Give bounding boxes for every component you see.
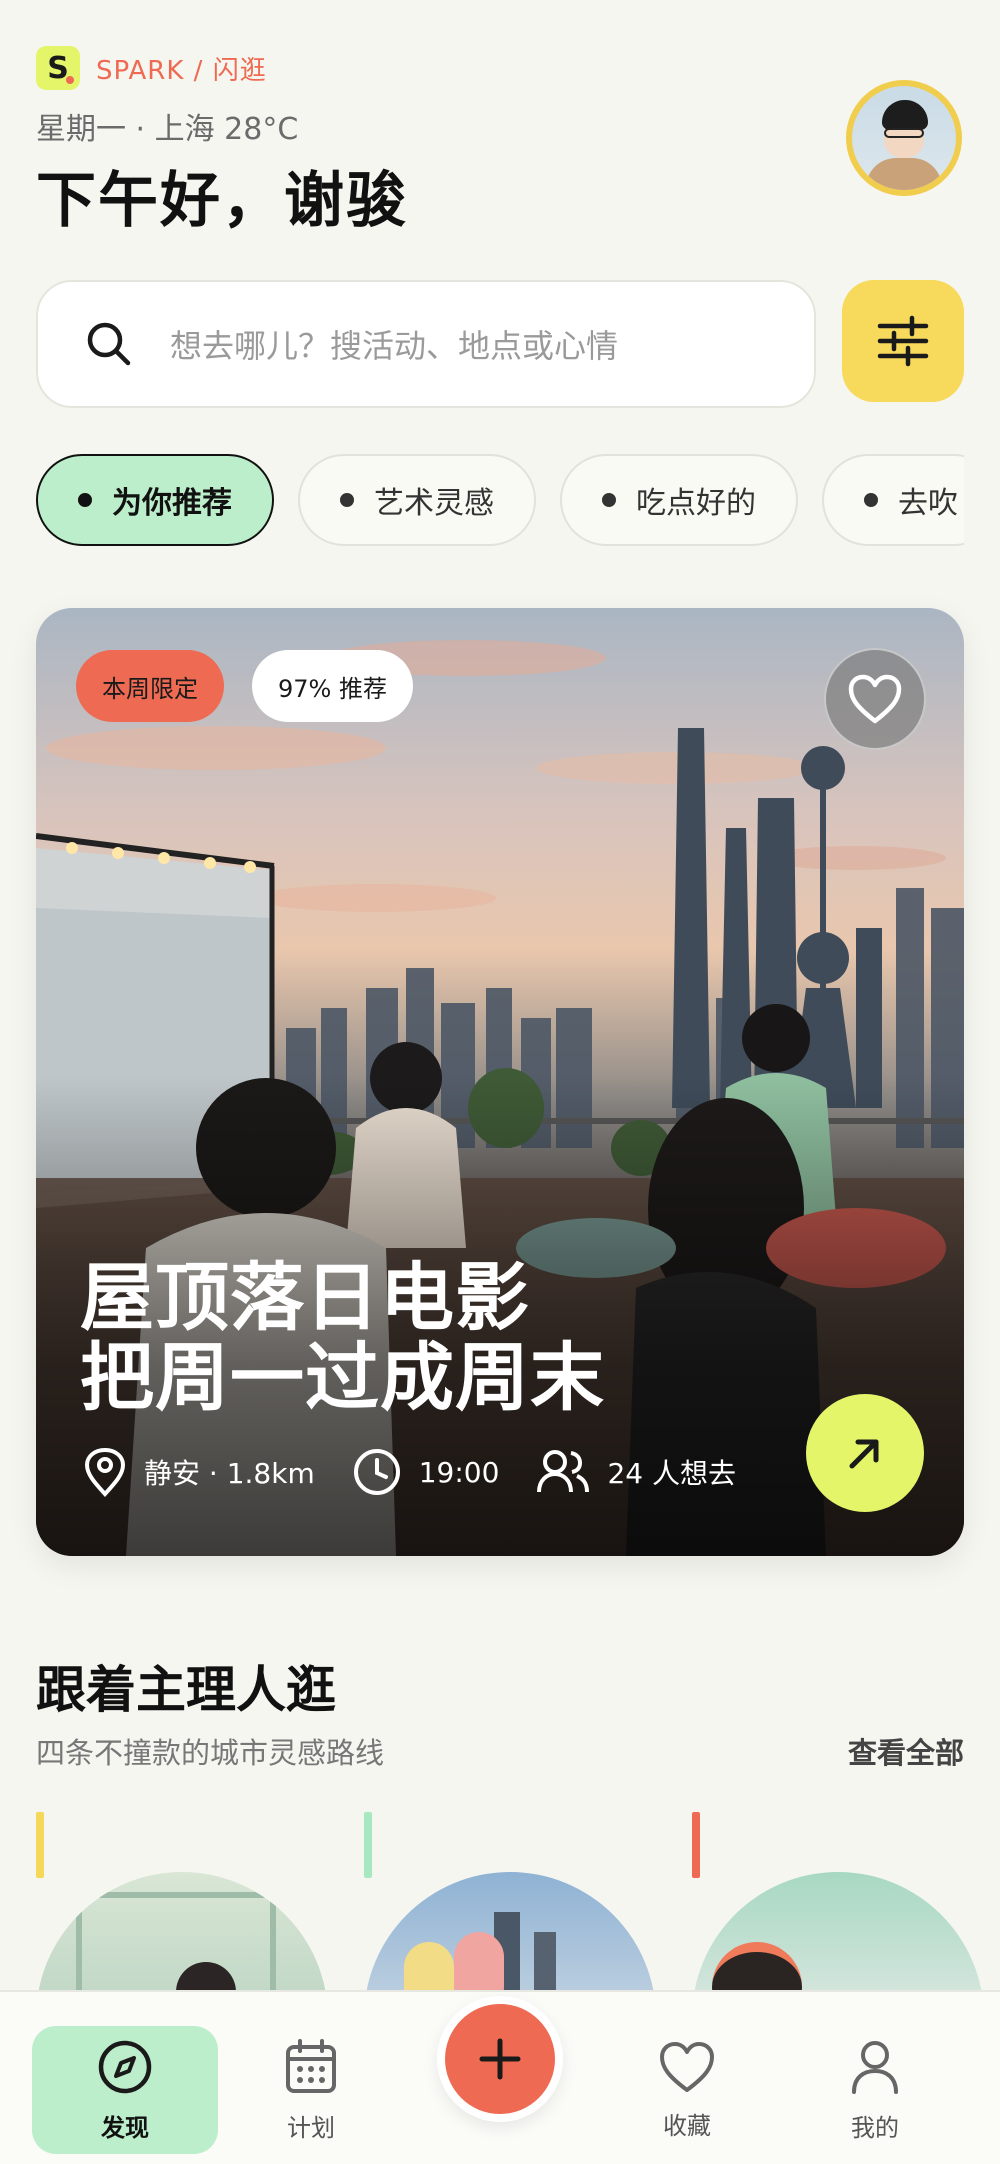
heart-icon: [660, 2041, 714, 2092]
brand-name: SPARK / 闪逛: [96, 55, 267, 86]
date-weather: 星期一 · 上海 28°C: [36, 112, 299, 147]
event-people: 24 人想去: [535, 1446, 736, 1498]
chip-breeze[interactable]: 去吹: [822, 454, 964, 546]
event-title-line2: 把周一过成周末: [80, 1335, 605, 1421]
tab-favorites[interactable]: 收藏: [594, 2026, 780, 2154]
chip-dot-icon: [864, 493, 878, 507]
event-location-text: 静安 · 1.8km: [144, 1457, 315, 1490]
chip-art[interactable]: 艺术灵感: [298, 454, 536, 546]
event-people-text: 24 人想去: [607, 1457, 736, 1490]
chip-label: 吃点好的: [636, 486, 756, 521]
user-icon: [852, 2040, 898, 2094]
category-chips: 为你推荐 艺术灵感 吃点好的 去吹: [36, 454, 964, 548]
tab-discover[interactable]: 发现: [32, 2026, 218, 2154]
clock-icon: [353, 1449, 400, 1495]
avatar[interactable]: [846, 80, 962, 196]
search-icon: [87, 322, 131, 366]
tab-me[interactable]: 我的: [782, 2026, 968, 2154]
chip-label: 为你推荐: [112, 486, 232, 521]
calendar-icon: [286, 2038, 336, 2093]
tab-label: 发现: [101, 2113, 149, 2142]
event-time: 19:00: [351, 1446, 500, 1498]
search-placeholder: 想去哪儿？搜活动、地点或心情: [170, 327, 619, 365]
plus-icon: [479, 2038, 521, 2080]
greeting-title: 下午好，谢骏: [36, 166, 408, 236]
section-title: 跟着主理人逛: [36, 1661, 336, 1719]
people-icon: [537, 1450, 590, 1493]
brand: S SPARK / 闪逛: [36, 46, 267, 90]
event-title: 屋顶落日电影 把周一过成周末: [80, 1258, 780, 1418]
location-pin-icon: [84, 1447, 126, 1497]
guide-accent-bar: [364, 1812, 372, 1878]
chip-dot-icon: [78, 493, 92, 507]
filter-button[interactable]: [842, 280, 964, 402]
event-title-line1: 屋顶落日电影: [80, 1255, 530, 1341]
badge-limited: 本周限定: [76, 650, 224, 722]
chip-recommend[interactable]: 为你推荐: [36, 454, 274, 546]
tab-label: 我的: [851, 2113, 899, 2142]
arrow-up-right-icon: [849, 1439, 879, 1469]
sliders-icon: [877, 315, 929, 367]
event-location: 静安 · 1.8km: [82, 1446, 315, 1498]
guide-card[interactable]: [364, 1812, 656, 2164]
guide-accent-bar: [36, 1812, 44, 1878]
guide-card[interactable]: [692, 1812, 984, 2164]
chip-dot-icon: [340, 493, 354, 507]
section-subtitle: 四条不撞款的城市灵感路线: [36, 1736, 385, 1770]
create-button[interactable]: [437, 1996, 563, 2122]
tab-plan[interactable]: 计划: [218, 2026, 404, 2154]
favorite-button[interactable]: [824, 648, 926, 750]
event-meta: 静安 · 1.8km 19:00 24 人想去: [82, 1446, 736, 1498]
tab-label: 收藏: [663, 2111, 711, 2140]
event-time-text: 19:00: [418, 1455, 500, 1489]
chip-food[interactable]: 吃点好的: [560, 454, 798, 546]
view-all-link[interactable]: 查看全部: [848, 1730, 964, 1772]
compass-icon: [98, 2040, 152, 2093]
open-event-button[interactable]: [806, 1394, 924, 1512]
guide-accent-bar: [692, 1812, 700, 1878]
chip-label: 去吹: [898, 486, 958, 521]
chip-label: 艺术灵感: [374, 486, 494, 521]
chip-dot-icon: [602, 493, 616, 507]
tab-label: 计划: [287, 2113, 335, 2142]
brand-logo-icon: S: [36, 46, 80, 90]
featured-event-card[interactable]: 本周限定 97% 推荐 屋顶落日电影 把周一过成周末 静安 · 1.8km 19…: [36, 608, 964, 1556]
badge-recommend-rate: 97% 推荐: [252, 650, 413, 722]
heart-icon: [848, 674, 902, 724]
search-input[interactable]: 想去哪儿？搜活动、地点或心情: [36, 280, 816, 408]
guide-card[interactable]: [36, 1812, 328, 2164]
